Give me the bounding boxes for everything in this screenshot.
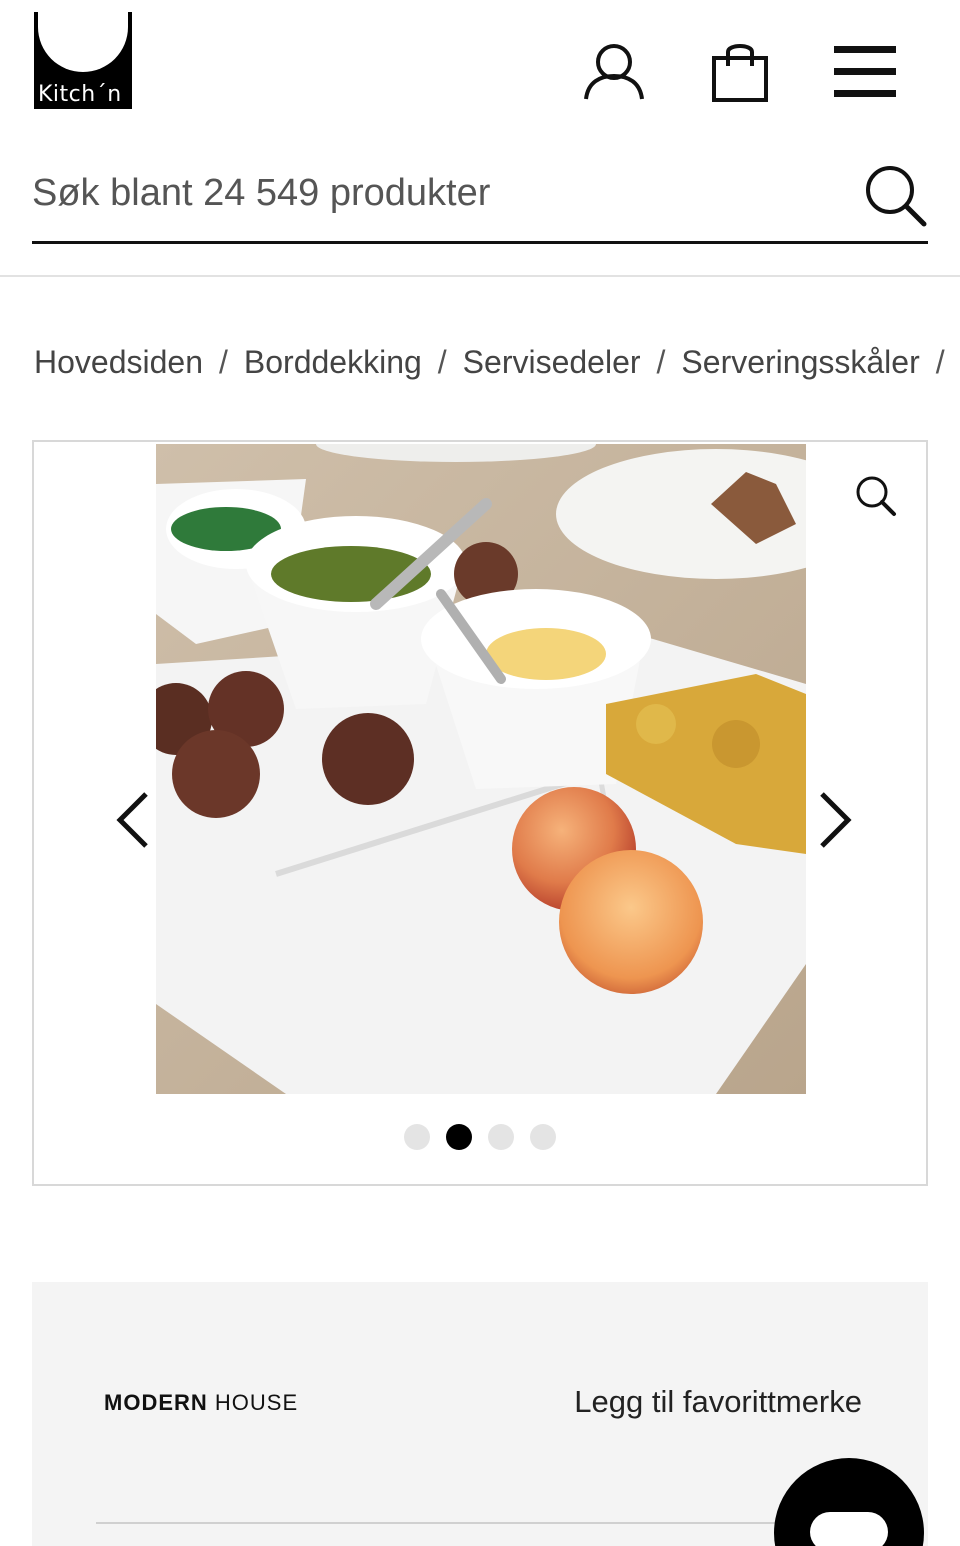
breadcrumb-separator: / [219,343,228,380]
next-slide-arrow-icon[interactable] [812,788,856,852]
slide-dot-2[interactable] [446,1124,472,1150]
slide-indicator [402,1124,562,1154]
previous-slide-arrow-icon[interactable] [112,788,156,852]
brand-name-bold: MODERN [104,1390,208,1415]
slide-dot-4[interactable] [530,1124,556,1150]
breadcrumb-item-servisedeler[interactable]: Servisedeler [463,344,641,381]
search-icon[interactable] [864,164,928,228]
slide-dot-1[interactable] [404,1124,430,1150]
logo-text: Kitch´n [38,82,122,107]
breadcrumb-separator: / [935,343,945,380]
menu-icon[interactable] [834,44,896,98]
site-header: Kitch´n [0,0,960,140]
search-input[interactable]: Søk blant 24 549 produkter [32,172,490,215]
zoom-icon[interactable] [852,472,900,520]
shopping-bag-icon[interactable] [710,40,770,104]
user-icon[interactable] [582,42,646,102]
breadcrumb-separator: / [656,343,666,380]
panel-divider [96,1522,876,1524]
breadcrumb-item-serveringsskaler[interactable]: Serverings­skåler [681,344,919,381]
kitchn-logo[interactable]: Kitch´n [34,12,132,109]
product-gallery [32,440,928,1186]
brand-name-regular: HOUSE [214,1390,299,1415]
breadcrumb-item-home[interactable]: Hovedsiden [34,344,203,381]
breadcrumb-item-borddekking[interactable]: Borddekking [244,344,422,381]
logo-bowl-shape [38,12,128,72]
slide-dot-3[interactable] [488,1124,514,1150]
search-bar[interactable]: Søk blant 24 549 produkter [32,150,928,244]
breadcrumb-separator: / [437,343,447,380]
chat-icon [810,1512,888,1546]
product-image[interactable] [156,444,806,1094]
breadcrumb: Hovedsiden / Borddekking / Servisedeler … [34,340,960,384]
add-to-favorites-link[interactable]: Legg til favorittmerke [574,1384,862,1420]
header-divider [0,275,960,277]
brand-name[interactable]: MODERN HOUSE [104,1390,298,1416]
